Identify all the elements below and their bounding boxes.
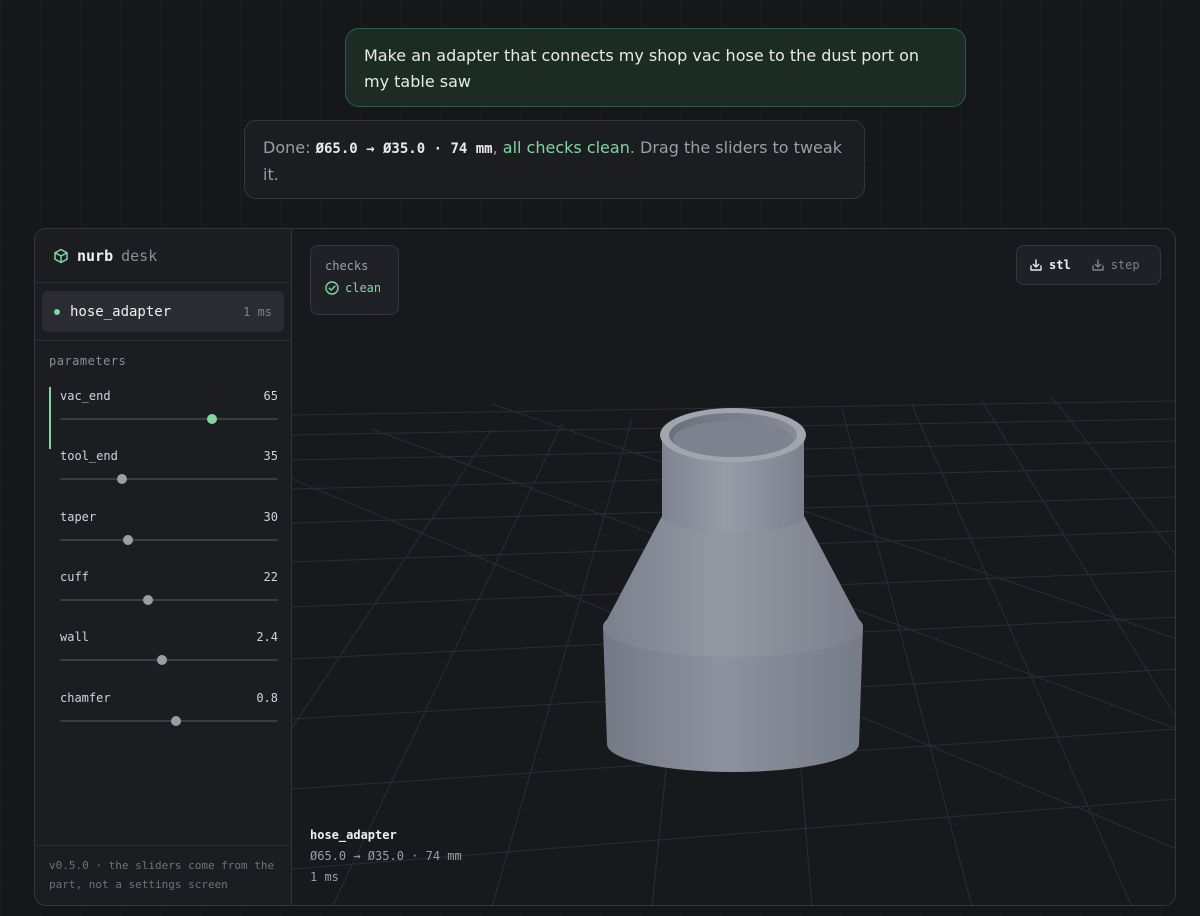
slider-track[interactable] [60, 474, 278, 484]
cube-icon [54, 248, 68, 263]
app-window: nurb desk hose_adapter 1 ms parameters v… [34, 228, 1176, 906]
info-time: 1 ms [310, 870, 339, 884]
export-stl-button[interactable]: stl [1029, 258, 1071, 272]
param-label: chamfer [60, 691, 111, 705]
user-message-text: Make an adapter that connects my shop va… [364, 46, 920, 91]
scene-canvas [292, 396, 1175, 905]
checks-panel: checks clean [310, 245, 399, 315]
sidebar: nurb desk hose_adapter 1 ms parameters v… [35, 229, 292, 905]
status-dot [54, 308, 60, 315]
param-value: 22 [263, 570, 278, 584]
export-step-label: step [1110, 258, 1140, 272]
param-label: wall [60, 630, 89, 644]
active-indicator [49, 387, 51, 449]
assistant-spec: Ø65.0 → Ø35.0 · 74 mm [315, 141, 493, 157]
param-taper: taper 30 [49, 510, 279, 566]
brand-name: nurb [77, 246, 114, 265]
param-value: 65 [263, 389, 278, 403]
assistant-status: all checks clean [502, 138, 630, 157]
slider-track[interactable] [60, 655, 278, 665]
divider [35, 845, 291, 846]
slider-thumb[interactable] [206, 414, 217, 424]
slider-track[interactable] [60, 414, 278, 424]
assistant-message-bubble: Done: Ø65.0 → Ø35.0 · 74 mm, all checks … [244, 120, 865, 199]
slider-track[interactable] [60, 595, 278, 605]
brand: nurb desk [35, 229, 291, 283]
info-name: hose_adapter [310, 828, 397, 842]
export-step-button[interactable]: step [1091, 258, 1140, 272]
info-dims: Ø65.0 → Ø35.0 · 74 mm [310, 849, 462, 863]
param-value: 2.4 [256, 630, 278, 644]
adapter-model[interactable] [603, 408, 863, 772]
part-name: hose_adapter [70, 303, 172, 320]
download-icon [1030, 259, 1042, 271]
slider-thumb[interactable] [157, 655, 168, 665]
checks-status-text: clean [345, 281, 382, 295]
param-vac-end: vac_end 65 [49, 387, 279, 449]
version-note: v0.5.0 · the sliders come from the part,… [49, 859, 275, 891]
param-label: cuff [60, 570, 89, 584]
param-chamfer: chamfer 0.8 [49, 691, 279, 747]
export-stl-label: stl [1049, 258, 1071, 272]
user-message-bubble: Make an adapter that connects my shop va… [345, 28, 966, 107]
brand-sub: desk [121, 246, 158, 265]
parameters-heading: parameters [49, 354, 127, 368]
param-label: taper [60, 510, 97, 524]
slider-track[interactable] [60, 716, 278, 726]
assistant-comma: , [492, 138, 503, 157]
part-time: 1 ms [243, 304, 272, 319]
param-label: tool_end [60, 449, 118, 463]
param-value: 0.8 [256, 691, 278, 705]
assistant-prefix: Done: [263, 138, 316, 157]
download-icon [1091, 259, 1104, 271]
slider-thumb[interactable] [117, 474, 128, 484]
param-value: 35 [263, 449, 278, 463]
param-wall: wall 2.4 [49, 630, 279, 686]
param-cuff: cuff 22 [49, 570, 279, 626]
slider-thumb[interactable] [122, 535, 133, 545]
check-circle-icon [325, 281, 339, 295]
part-info: hose_adapter Ø65.0 → Ø35.0 · 74 mm 1 ms [310, 825, 462, 888]
param-tool-end: tool_end 35 [49, 449, 279, 505]
export-toolbar: stl step [1016, 245, 1161, 285]
param-label: vac_end [60, 389, 111, 403]
part-item-hose-adapter[interactable]: hose_adapter 1 ms [42, 291, 284, 332]
param-value: 30 [263, 510, 278, 524]
slider-track[interactable] [60, 535, 278, 545]
divider [35, 340, 291, 341]
slider-thumb[interactable] [170, 716, 181, 726]
3d-viewport[interactable]: checks clean stl step hose_adapter Ø65.0… [292, 229, 1175, 905]
slider-thumb[interactable] [143, 595, 154, 605]
checks-title: checks [325, 259, 369, 273]
checks-status: clean [325, 281, 384, 295]
